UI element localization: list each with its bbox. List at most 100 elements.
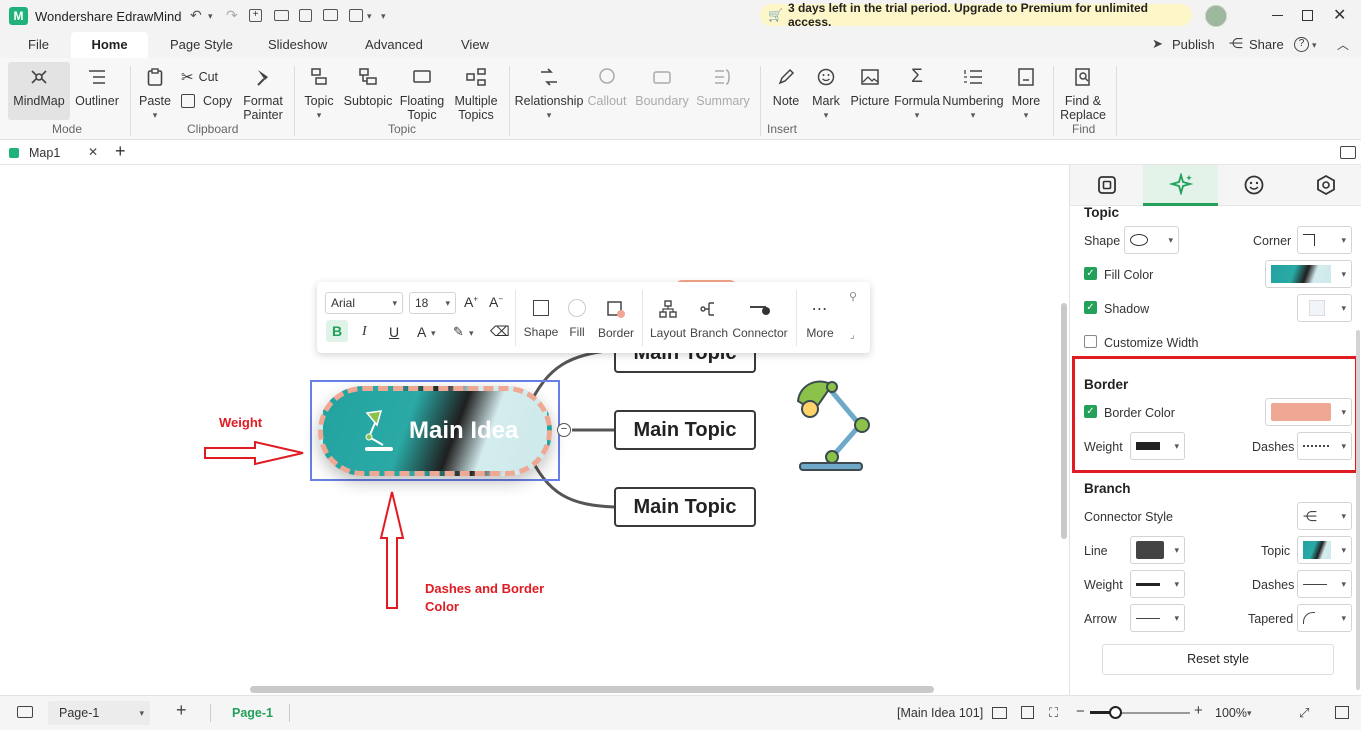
share-icon[interactable]: ⋲ xyxy=(1229,35,1243,52)
font-family-select[interactable]: Arial ▾ xyxy=(325,292,403,314)
fill-color-select[interactable]: ▾ xyxy=(1265,260,1352,288)
export-icon[interactable] xyxy=(349,9,363,22)
zoom-dropdown-icon[interactable]: ▾ xyxy=(1247,708,1252,719)
connector-button[interactable]: Connector xyxy=(731,299,789,340)
picture-button[interactable]: Picture xyxy=(849,66,891,108)
zoom-in-icon[interactable]: + xyxy=(1194,702,1203,719)
font-size-select[interactable]: 18 ▾ xyxy=(409,292,456,314)
menu-page-style[interactable]: Page Style xyxy=(170,37,233,52)
connector-style-select[interactable]: ⋲ ▾ xyxy=(1297,502,1352,530)
layout-button[interactable]: Layout xyxy=(648,299,688,340)
highlight-dropdown-icon[interactable]: ▾ xyxy=(469,328,474,339)
shape-button[interactable]: Shape xyxy=(521,300,561,339)
reset-style-button[interactable]: Reset style xyxy=(1102,644,1334,675)
font-color-dropdown-icon[interactable]: ▾ xyxy=(431,328,436,339)
fill-button[interactable]: Fill xyxy=(562,299,592,339)
fit-page-icon[interactable] xyxy=(1021,706,1034,719)
save-icon[interactable] xyxy=(299,9,312,22)
pin-icon[interactable]: ⚲ xyxy=(849,290,857,303)
decrease-font-icon[interactable]: A− xyxy=(489,294,503,310)
export-dropdown-icon[interactable]: ▾ xyxy=(367,11,372,22)
close-tab-icon[interactable]: ✕ xyxy=(88,145,98,159)
close-icon[interactable]: ✕ xyxy=(1333,5,1346,25)
menu-view[interactable]: View xyxy=(461,37,489,52)
mindmap-button[interactable]: MindMap xyxy=(8,66,70,108)
page-tab[interactable]: Page-1 xyxy=(232,706,273,720)
new-tab-icon[interactable]: + xyxy=(115,141,126,162)
menu-advanced[interactable]: Advanced xyxy=(365,37,423,52)
main-topic-3[interactable]: Main Topic xyxy=(614,487,756,527)
multiple-topics-button[interactable]: Multiple Topics xyxy=(451,66,501,122)
more-button[interactable]: ⋯ More xyxy=(802,299,838,340)
collapse-ribbon-icon[interactable]: ︿ xyxy=(1337,36,1349,53)
zoom-level[interactable]: 100% xyxy=(1215,706,1247,720)
open-folder-icon[interactable] xyxy=(274,10,289,21)
publish-button[interactable]: Publish xyxy=(1172,37,1215,52)
topic-button[interactable]: Topic ▾ xyxy=(301,66,337,122)
branch-button[interactable]: Branch xyxy=(688,299,730,340)
print-icon[interactable] xyxy=(323,9,338,21)
menu-slideshow[interactable]: Slideshow xyxy=(268,37,327,52)
tab-style[interactable] xyxy=(1143,165,1218,206)
share-button[interactable]: Share xyxy=(1249,37,1284,52)
border-weight-select[interactable]: ▾ xyxy=(1130,432,1185,460)
outliner-button[interactable]: Outliner xyxy=(72,66,122,108)
undo-dropdown-icon[interactable]: ▾ xyxy=(208,11,213,22)
panel-scrollbar[interactable] xyxy=(1356,330,1360,690)
shape-select[interactable]: ▾ xyxy=(1124,226,1179,254)
collapse-branch-icon[interactable]: − xyxy=(557,423,571,437)
new-icon[interactable]: + xyxy=(249,9,262,22)
highlight-icon[interactable]: ✎ xyxy=(453,324,464,340)
shadow-checkbox[interactable]: ✓ xyxy=(1084,301,1097,314)
tab-page-format[interactable] xyxy=(1070,165,1143,205)
tapered-select[interactable]: ▾ xyxy=(1297,604,1352,632)
outline-panel-icon[interactable] xyxy=(17,706,33,718)
zoom-slider-thumb[interactable] xyxy=(1109,706,1122,719)
expand-toolbar-icon[interactable]: ⌟ xyxy=(850,330,855,341)
numbering-button[interactable]: Numbering ▾ xyxy=(942,66,1004,122)
menu-file[interactable]: File xyxy=(28,37,49,52)
formula-button[interactable]: Σ Formula ▾ xyxy=(894,66,940,122)
shadow-select[interactable]: ▾ xyxy=(1297,294,1352,322)
fill-color-checkbox[interactable]: ✓ xyxy=(1084,267,1097,280)
minimize-icon[interactable] xyxy=(1272,15,1283,16)
map-canvas[interactable]: Main Idea − Main Topic Main Topic Main T… xyxy=(0,165,1070,695)
main-topic-2[interactable]: Main Topic xyxy=(614,410,756,450)
font-color-button[interactable]: A xyxy=(417,324,426,340)
border-color-select[interactable]: ▾ xyxy=(1265,398,1352,426)
arrow-select[interactable]: ▾ xyxy=(1130,604,1185,632)
border-dashes-select[interactable]: ▾ xyxy=(1297,432,1352,460)
boundary-button[interactable]: Boundary xyxy=(634,66,690,108)
format-painter-button[interactable]: Format Painter xyxy=(240,66,286,122)
summary-button[interactable]: Summary xyxy=(696,66,750,108)
branch-weight-select[interactable]: ▾ xyxy=(1130,570,1185,598)
fit-window-icon[interactable]: ⛶ xyxy=(1049,705,1058,721)
italic-button[interactable]: I xyxy=(362,324,367,340)
floating-topic-button[interactable]: Floating Topic xyxy=(398,66,446,122)
zoom-out-icon[interactable]: − xyxy=(1076,703,1085,720)
avatar[interactable] xyxy=(1205,5,1227,27)
branch-dashes-select[interactable]: ▾ xyxy=(1297,570,1352,598)
restore-icon[interactable] xyxy=(1302,10,1313,21)
branch-topic-select[interactable]: ▾ xyxy=(1297,536,1352,564)
cut-button[interactable]: ✂ Cut xyxy=(181,68,218,86)
line-color-select[interactable]: ▾ xyxy=(1130,536,1185,564)
help-dropdown-icon[interactable]: ▾ xyxy=(1312,40,1317,51)
border-button[interactable]: Border xyxy=(596,299,636,340)
underline-button[interactable]: U xyxy=(389,324,399,340)
book-view-icon[interactable] xyxy=(992,707,1007,719)
increase-font-icon[interactable]: A+ xyxy=(464,294,478,310)
corner-select[interactable]: ▾ xyxy=(1297,226,1352,254)
menu-home-tab[interactable]: Home xyxy=(71,32,148,58)
border-color-checkbox[interactable]: ✓ xyxy=(1084,405,1097,418)
copy-button[interactable]: Copy xyxy=(181,94,232,108)
panel-toggle-icon[interactable] xyxy=(1335,706,1349,719)
customize-width-checkbox[interactable] xyxy=(1084,335,1097,348)
more-insert-button[interactable]: More ▾ xyxy=(1008,66,1044,122)
clear-format-icon[interactable]: ⌫ xyxy=(490,323,510,340)
paste-button[interactable]: Paste ▾ xyxy=(137,66,173,122)
desk-lamp-clipart[interactable] xyxy=(790,375,880,475)
note-button[interactable]: Note xyxy=(767,66,805,108)
bold-button[interactable]: B xyxy=(326,320,348,342)
trial-banner[interactable]: 🛒 3 days left in the trial period. Upgra… xyxy=(760,1,1192,29)
